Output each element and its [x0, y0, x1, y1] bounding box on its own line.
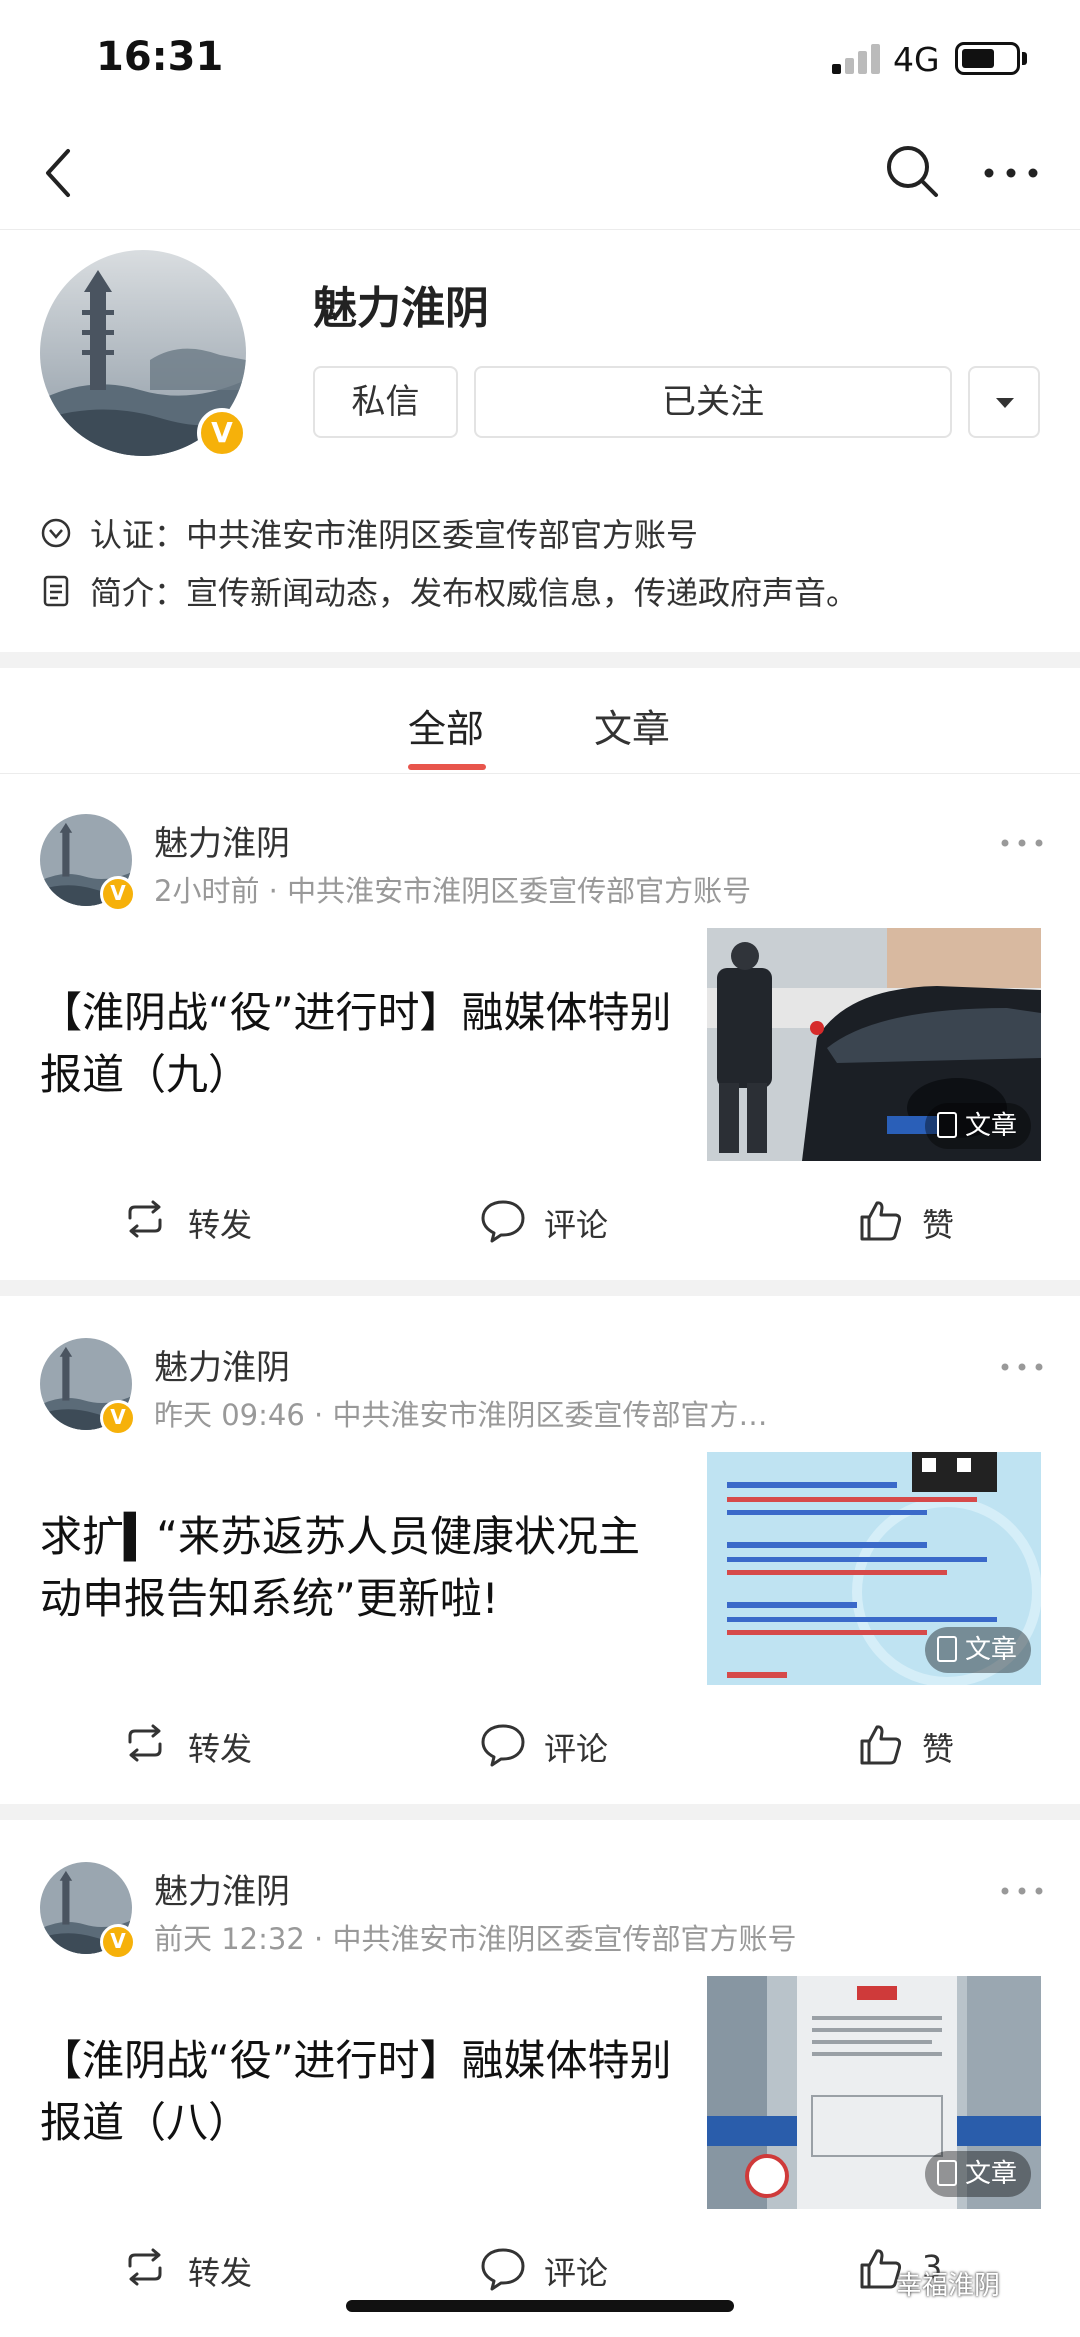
- status-bar: 16:31 4G: [0, 0, 1080, 115]
- active-tab-indicator: [408, 764, 486, 770]
- post-thumbnail[interactable]: 文章: [707, 1452, 1041, 1685]
- verify-label: 认证：: [90, 516, 187, 554]
- verify-text: 中共淮安市淮阴区委宣传部官方账号: [186, 516, 699, 554]
- post-divider: [0, 1804, 1080, 1820]
- comment-icon: [481, 1200, 525, 1243]
- post-title[interactable]: 【淮阴战“役”进行时】融媒体特别报道（八）: [40, 2030, 680, 2154]
- post-author[interactable]: 魅力淮阴: [154, 816, 290, 865]
- back-icon[interactable]: [40, 147, 80, 199]
- following-button[interactable]: 已关注: [474, 366, 952, 438]
- search-icon[interactable]: [884, 143, 940, 199]
- post-more-icon[interactable]: [1000, 1362, 1044, 1372]
- verified-badge-icon: V: [100, 1924, 136, 1960]
- profile-name: 魅力淮阴: [313, 283, 489, 334]
- post-actions: 转发 评论 赞: [0, 1710, 1080, 1780]
- post-thumbnail[interactable]: 文章: [707, 928, 1041, 1161]
- article-badge-label: 文章: [964, 1111, 1017, 1141]
- verified-badge-icon: V: [197, 408, 247, 458]
- article-badge-label: 文章: [964, 1635, 1017, 1665]
- like-label: 赞: [922, 1730, 955, 1768]
- post-author[interactable]: 魅力淮阴: [154, 1340, 290, 1389]
- article-badge: 文章: [924, 2151, 1031, 2197]
- document-icon: [43, 575, 69, 607]
- comment-label: 评论: [544, 2254, 609, 2292]
- intro-text: 宣传新闻动态，发布权威信息，传递政府声音。: [186, 574, 859, 612]
- verified-circle-icon: [41, 518, 71, 548]
- comment-label: 评论: [544, 1206, 609, 1244]
- post-more-icon[interactable]: [1000, 1886, 1044, 1896]
- comment-label: 评论: [544, 1730, 609, 1768]
- article-badge-label: 文章: [964, 2159, 1017, 2189]
- more-options-icon[interactable]: [983, 167, 1039, 179]
- repost-label: 转发: [188, 1730, 253, 1768]
- post-actions: 转发 评论 赞: [0, 1186, 1080, 1256]
- article-doc-icon: [936, 2159, 957, 2186]
- verified-badge-icon: V: [100, 876, 136, 912]
- repost-label: 转发: [188, 2254, 253, 2292]
- feed-post[interactable]: V 魅力淮阴 2小时前 · 中共淮安市淮阴区委宣传部官方账号 【淮阴战“役”进行…: [0, 776, 1080, 1276]
- battery-tip: [1022, 52, 1027, 65]
- nav-bar: [0, 115, 1080, 230]
- post-title[interactable]: 求扩▍“来苏返苏人员健康状况主动申报告知系统”更新啦!: [40, 1506, 680, 1630]
- comment-icon: [481, 2248, 525, 2291]
- intro-label: 简介：: [90, 574, 187, 612]
- article-doc-icon: [936, 1111, 957, 1138]
- dropdown-button[interactable]: [968, 366, 1040, 438]
- section-divider: [0, 652, 1080, 668]
- post-meta: 前天 12:32 · 中共淮安市淮阴区委宣传部官方账号: [154, 1922, 797, 1956]
- verified-badge-icon: V: [100, 1400, 136, 1436]
- article-badge: 文章: [924, 1627, 1031, 1673]
- comment-icon: [481, 1724, 525, 1767]
- post-divider: [0, 1280, 1080, 1296]
- repost-icon: [128, 1200, 162, 1238]
- feed-post[interactable]: V 魅力淮阴 前天 12:32 · 中共淮安市淮阴区委宣传部官方账号 【淮阴战“…: [0, 1824, 1080, 2324]
- tab-all[interactable]: 全部: [408, 698, 484, 753]
- post-meta: 昨天 09:46 · 中共淮安市淮阴区委宣传部官方…: [154, 1398, 768, 1432]
- feed-post[interactable]: V 魅力淮阴 昨天 09:46 · 中共淮安市淮阴区委宣传部官方… 求扩▍“来苏…: [0, 1300, 1080, 1800]
- post-author[interactable]: 魅力淮阴: [154, 1864, 290, 1913]
- message-button[interactable]: 私信: [313, 366, 458, 438]
- like-label: 赞: [922, 1206, 955, 1244]
- post-title[interactable]: 【淮阴战“役”进行时】融媒体特别报道（九）: [40, 982, 680, 1106]
- post-thumbnail[interactable]: 文章: [707, 1976, 1041, 2209]
- watermark: 幸福淮阴: [896, 2271, 1001, 2301]
- network-type: 4G: [893, 40, 940, 79]
- signal-strength-icon: [832, 44, 884, 74]
- post-more-icon[interactable]: [1000, 838, 1044, 848]
- repost-icon: [128, 1724, 162, 1762]
- thumbs-up-icon: [860, 1725, 902, 1765]
- tab-articles[interactable]: 文章: [594, 698, 670, 753]
- repost-icon: [128, 2248, 162, 2286]
- article-badge: 文章: [924, 1103, 1031, 1149]
- tab-bar: 全部 文章: [0, 668, 1080, 774]
- post-meta: 2小时前 · 中共淮安市淮阴区委宣传部官方账号: [154, 874, 752, 908]
- battery-icon: [955, 42, 1020, 75]
- thumbs-up-icon: [860, 1201, 902, 1241]
- home-indicator[interactable]: [346, 2300, 734, 2312]
- status-time: 16:31: [96, 34, 224, 80]
- repost-label: 转发: [188, 1206, 253, 1244]
- caret-down-icon: [996, 398, 1014, 408]
- article-doc-icon: [936, 1635, 957, 1662]
